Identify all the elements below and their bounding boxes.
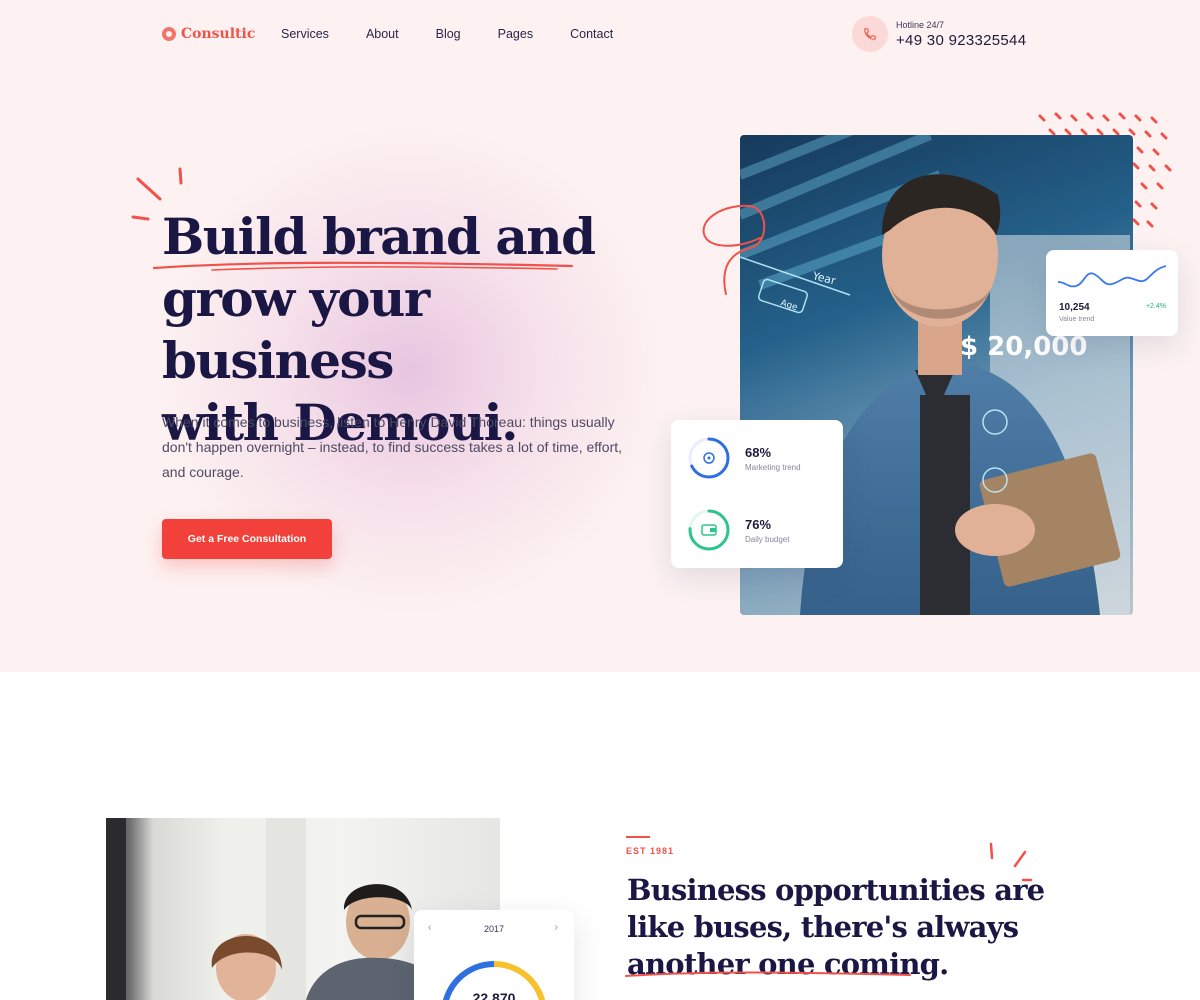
stat-budget: 76% Daily budget xyxy=(687,508,789,552)
nav-item-blog[interactable]: Blog xyxy=(436,27,461,41)
phone-icon xyxy=(852,16,888,52)
nav-item-contact[interactable]: Contact xyxy=(570,27,613,41)
stat-value: 68% xyxy=(745,444,772,460)
year-label: 2017 xyxy=(483,924,505,934)
title-underline-icon xyxy=(152,261,574,271)
stat-marketing: 68% Marketing trend xyxy=(687,436,801,480)
value-trend-change: +2.4% xyxy=(1145,303,1166,310)
section-underline-icon xyxy=(625,971,911,977)
hero-title-line: grow your business xyxy=(162,269,430,390)
chevron-right-icon[interactable]: › xyxy=(555,922,558,933)
hero-description: When it comes to business, listen to Hen… xyxy=(162,414,623,480)
hotline[interactable]: Hotline 24/7 +49 30 923325544 xyxy=(852,16,1026,52)
accent-strokes-icon xyxy=(989,842,1033,882)
stats-card: 68% Marketing trend 76% Daily budget xyxy=(671,420,843,568)
wallet-icon xyxy=(688,509,730,551)
section-title-line: like buses, there's always xyxy=(627,910,1019,944)
trend-sparkline xyxy=(1058,265,1166,288)
hotline-label: Hotline 24/7 xyxy=(896,19,945,30)
year-stat-value: 22,870 xyxy=(472,990,516,1000)
stat-label: Marketing trend xyxy=(745,462,801,472)
nav-item-pages[interactable]: Pages xyxy=(498,27,533,41)
main-nav: Services About Blog Pages Contact xyxy=(281,27,613,41)
overlay-tag: Age xyxy=(779,298,799,313)
overlay-year: Year xyxy=(810,269,837,288)
scribble-icon xyxy=(702,204,766,295)
nav-item-about[interactable]: About xyxy=(366,27,399,41)
logo-icon xyxy=(162,27,176,41)
brand-name: Consultic xyxy=(181,26,256,42)
value-trend-label: Value trend xyxy=(1059,316,1095,323)
stat-label: Daily budget xyxy=(745,534,790,544)
eyebrow-label: EST 1981 xyxy=(626,846,675,856)
target-icon xyxy=(688,437,730,479)
free-consultation-button[interactable]: Get a Free Consultation xyxy=(162,519,332,559)
stat-value: 76% xyxy=(745,516,772,532)
section-title: Business opportunities are like buses, t… xyxy=(627,872,1047,983)
section-title-line: Business opportunities are xyxy=(627,873,1045,907)
value-trend-number: 10,254 xyxy=(1059,302,1090,313)
value-trend-card: 10,254 Value trend +2.4% xyxy=(1046,250,1178,336)
overlay-amount: $ 20,000 xyxy=(960,332,1087,362)
hero-section: Consultic Services About Blog Pages Cont… xyxy=(0,0,1200,672)
year-stat-card: ‹ 2017 › 22,870 xyxy=(414,910,574,1000)
eyebrow-bar xyxy=(626,836,650,838)
brand-logo[interactable]: Consultic xyxy=(162,26,255,42)
hotline-number[interactable]: +49 30 923325544 xyxy=(896,32,1026,49)
nav-item-services[interactable]: Services xyxy=(281,27,329,41)
